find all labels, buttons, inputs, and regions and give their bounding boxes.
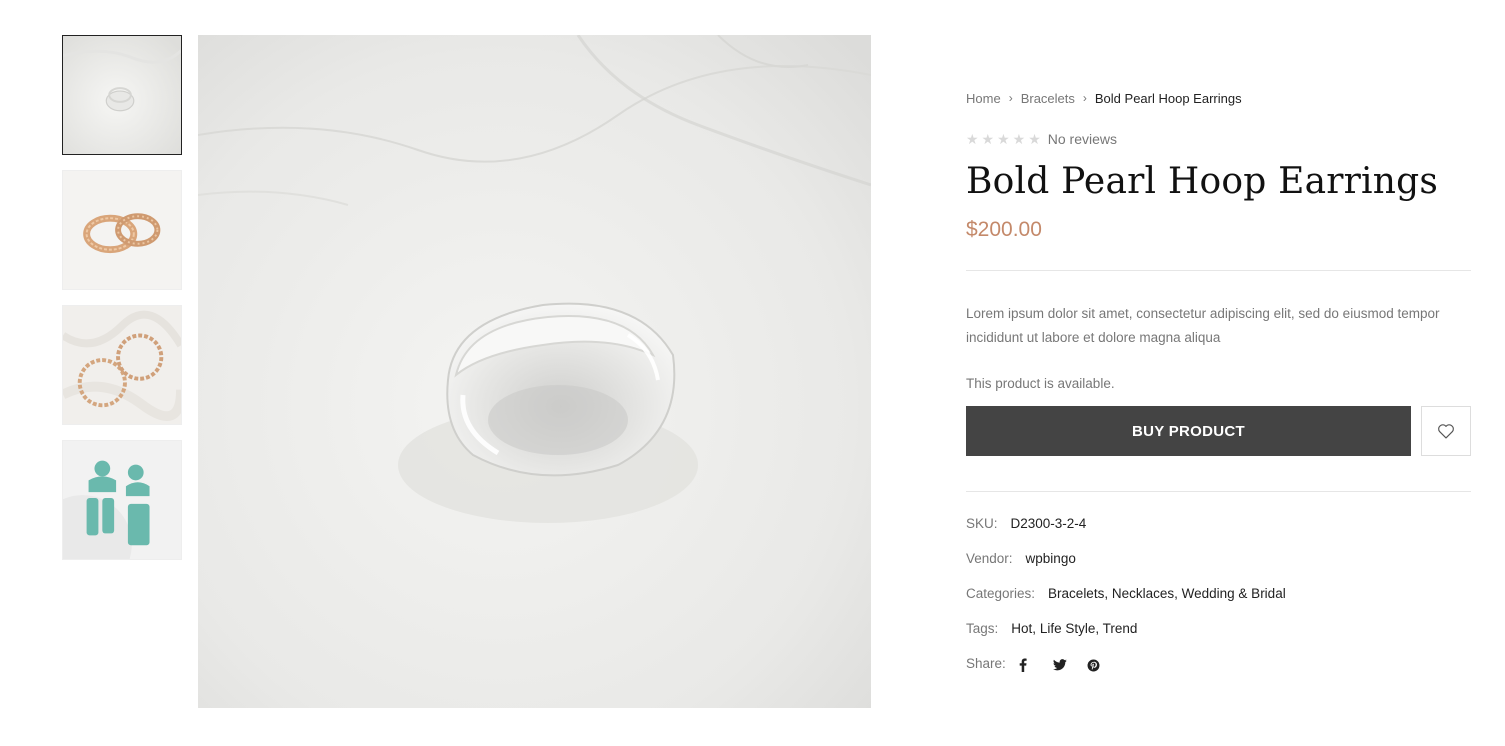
buy-product-button[interactable]: BUY PRODUCT (966, 406, 1411, 456)
categories-row: Categories: Bracelets, Necklaces, Weddin… (966, 586, 1471, 621)
thumbnail-gold-rings[interactable] (62, 170, 182, 290)
rating-stars-icon: ★★★★★ (966, 130, 1044, 147)
list-separator: , (1104, 586, 1112, 601)
tags-list: Hot, Life Style, Trend (1011, 621, 1137, 636)
tags-row: Tags: Hot, Life Style, Trend (966, 621, 1471, 656)
product-meta: SKU: D2300-3-2-4 Vendor: wpbingo Categor… (966, 516, 1471, 691)
gold-rings-thumbnail-image (63, 171, 181, 289)
breadcrumb-category-link[interactable]: Bracelets (1021, 91, 1075, 106)
purchase-actions: BUY PRODUCT (966, 406, 1471, 456)
tag-link[interactable]: Trend (1103, 621, 1138, 636)
twitter-share-link[interactable] (1052, 656, 1087, 674)
breadcrumb-separator-icon: › (1082, 91, 1087, 105)
vendor-row: Vendor: wpbingo (966, 551, 1471, 586)
share-row: Share: (966, 656, 1471, 691)
clear-ring-thumbnail-image (63, 36, 181, 154)
breadcrumb-separator-icon: › (1008, 91, 1013, 105)
divider (966, 491, 1471, 492)
main-product-image[interactable] (198, 35, 871, 708)
tags-label: Tags: (966, 621, 999, 636)
list-separator: , (1095, 621, 1103, 636)
pinterest-icon (1087, 659, 1100, 671)
heart-icon (1438, 424, 1454, 439)
sku-label: SKU: (966, 516, 998, 531)
category-link[interactable]: Wedding & Bridal (1182, 586, 1286, 601)
breadcrumb: Home › Bracelets › Bold Pearl Hoop Earri… (966, 88, 1471, 108)
review-count-label[interactable]: No reviews (1048, 131, 1117, 147)
product-info-panel: Home › Bracelets › Bold Pearl Hoop Earri… (966, 88, 1471, 691)
category-link[interactable]: Necklaces (1112, 586, 1174, 601)
wishlist-button[interactable] (1421, 406, 1471, 456)
availability-status: This product is available. (966, 376, 1115, 391)
sku-row: SKU: D2300-3-2-4 (966, 516, 1471, 551)
list-separator: , (1032, 621, 1040, 636)
category-link[interactable]: Bracelets (1048, 586, 1104, 601)
gold-hoops-thumbnail-image (63, 306, 181, 424)
turquoise-earrings-thumbnail-image (63, 441, 181, 559)
product-price: $200.00 (966, 218, 1042, 241)
pinterest-share-link[interactable] (1087, 656, 1121, 674)
clear-resin-ring-image (198, 35, 871, 708)
thumbnail-gold-hoops[interactable] (62, 305, 182, 425)
share-label: Share: (966, 656, 1006, 671)
list-separator: , (1174, 586, 1182, 601)
vendor-label: Vendor: (966, 551, 1013, 566)
review-summary: ★★★★★ No reviews (966, 130, 1471, 148)
facebook-share-link[interactable] (1019, 656, 1053, 674)
thumbnail-turquoise-earrings[interactable] (62, 440, 182, 560)
facebook-icon (1019, 658, 1027, 672)
thumbnail-clear-ring[interactable] (62, 35, 182, 155)
product-description: Lorem ipsum dolor sit amet, consectetur … (966, 306, 1440, 345)
product-title: Bold Pearl Hoop Earrings (966, 161, 1439, 202)
tag-link[interactable]: Life Style (1040, 621, 1096, 636)
vendor-value: wpbingo (1025, 551, 1076, 566)
twitter-icon (1052, 659, 1067, 671)
breadcrumb-current: Bold Pearl Hoop Earrings (1094, 90, 1242, 106)
share-icons (1019, 656, 1121, 674)
thumbnail-gallery (62, 35, 182, 575)
breadcrumb-home-link[interactable]: Home (966, 91, 1001, 106)
sku-value: D2300-3-2-4 (1010, 516, 1087, 531)
categories-list: Bracelets, Necklaces, Wedding & Bridal (1048, 586, 1286, 601)
categories-label: Categories: (966, 586, 1036, 601)
tag-link[interactable]: Hot (1011, 621, 1032, 636)
divider (966, 270, 1471, 271)
